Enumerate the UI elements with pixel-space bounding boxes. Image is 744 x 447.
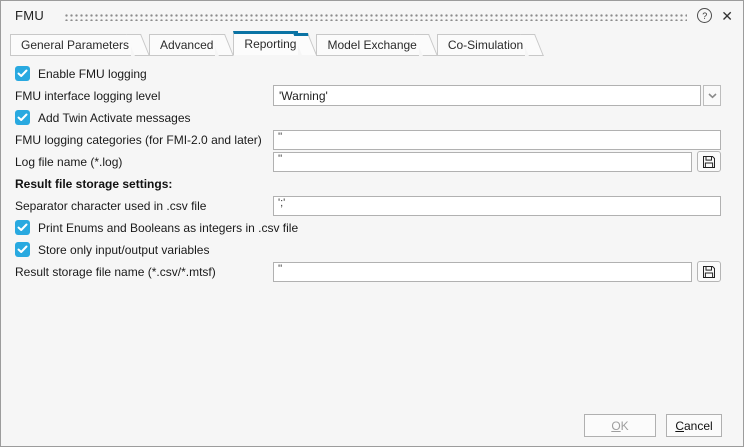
tab-model-exchange[interactable]: Model Exchange — [316, 34, 418, 56]
row-storage-heading: Result file storage settings: — [15, 173, 721, 194]
chevron-down-icon — [708, 93, 717, 99]
save-icon — [702, 155, 716, 169]
cancel-button[interactable]: Cancel — [666, 414, 722, 437]
cancel-button-label: Cancel — [675, 419, 712, 433]
tab-label: Advanced — [160, 38, 213, 52]
log-file-name-input[interactable] — [273, 152, 692, 172]
separator-character-input[interactable] — [273, 196, 721, 216]
add-twin-activate-messages-checkbox[interactable] — [15, 110, 30, 125]
result-storage-file-input[interactable] — [273, 262, 692, 282]
row-enable-fmu-logging: Enable FMU logging — [15, 63, 721, 84]
checkmark-icon — [17, 69, 28, 78]
logging-level-combobox[interactable]: 'Warning' — [273, 85, 701, 106]
checkbox-label: Print Enums and Booleans as integers in … — [38, 221, 298, 235]
field-label: Separator character used in .csv file — [15, 199, 206, 213]
result-storage-browse-button[interactable] — [697, 261, 721, 282]
dialog-footer: OK Cancel — [584, 414, 722, 437]
checkbox-label: Add Twin Activate messages — [38, 111, 191, 125]
close-glyph: ✕ — [721, 8, 733, 24]
titlebar: FMU ? ✕ — [1, 1, 743, 30]
tab-co-simulation[interactable]: Co-Simulation — [437, 34, 525, 56]
save-icon — [702, 265, 716, 279]
row-store-only-io: Store only input/output variables — [15, 239, 721, 260]
tab-reporting[interactable]: Reporting — [233, 31, 298, 56]
row-logging-categories: FMU logging categories (for FMI-2.0 and … — [15, 129, 721, 150]
row-result-storage-file: Result storage file name (*.csv/*.mtsf) — [15, 261, 721, 282]
checkmark-icon — [17, 245, 28, 254]
row-separator-character: Separator character used in .csv file — [15, 195, 721, 216]
reporting-tab-panel: Enable FMU logging FMU interface logging… — [15, 63, 721, 283]
help-icon[interactable]: ? — [697, 8, 712, 23]
help-glyph: ? — [702, 11, 707, 21]
checkbox-label: Store only input/output variables — [38, 243, 209, 257]
tab-label: General Parameters — [21, 38, 129, 52]
logging-level-field: 'Warning' — [273, 85, 721, 106]
store-only-io-checkbox[interactable] — [15, 242, 30, 257]
log-file-browse-button[interactable] — [697, 151, 721, 172]
titlebar-drag-dots — [64, 13, 687, 21]
tab-label: Co-Simulation — [448, 38, 523, 52]
separator-character-field — [273, 195, 721, 216]
logging-categories-input[interactable] — [273, 130, 721, 150]
checkbox-label: Enable FMU logging — [38, 67, 147, 81]
window-title: FMU — [15, 8, 44, 23]
ok-button-label: OK — [611, 419, 628, 433]
field-label: FMU logging categories (for FMI-2.0 and … — [15, 133, 262, 147]
row-log-file-name: Log file name (*.log) — [15, 151, 721, 172]
tab-advanced[interactable]: Advanced — [149, 34, 215, 56]
checkmark-icon — [17, 223, 28, 232]
tab-label: Reporting — [244, 37, 296, 51]
enable-fmu-logging-checkbox[interactable] — [15, 66, 30, 81]
row-print-enums: Print Enums and Booleans as integers in … — [15, 217, 721, 238]
tab-label: Model Exchange — [327, 38, 416, 52]
row-add-twin-activate-messages: Add Twin Activate messages — [15, 107, 721, 128]
close-icon[interactable]: ✕ — [721, 9, 733, 23]
field-label: Log file name (*.log) — [15, 155, 122, 169]
tab-general-parameters[interactable]: General Parameters — [10, 34, 131, 56]
logging-categories-field — [273, 129, 721, 150]
ok-button[interactable]: OK — [584, 414, 656, 437]
logging-level-dropdown-button[interactable] — [703, 85, 721, 106]
result-storage-file-field — [273, 261, 721, 282]
checkmark-icon — [17, 113, 28, 122]
row-logging-level: FMU interface logging level 'Warning' — [15, 85, 721, 106]
field-label: FMU interface logging level — [15, 89, 160, 103]
result-file-storage-heading: Result file storage settings: — [15, 177, 172, 191]
field-label: Result storage file name (*.csv/*.mtsf) — [15, 265, 216, 279]
tab-bar: General Parameters Advanced Reporting Mo… — [1, 30, 743, 56]
fmu-dialog: FMU ? ✕ General Parameters Advanced Repo… — [0, 0, 744, 447]
print-enums-checkbox[interactable] — [15, 220, 30, 235]
log-file-name-field — [273, 151, 721, 172]
